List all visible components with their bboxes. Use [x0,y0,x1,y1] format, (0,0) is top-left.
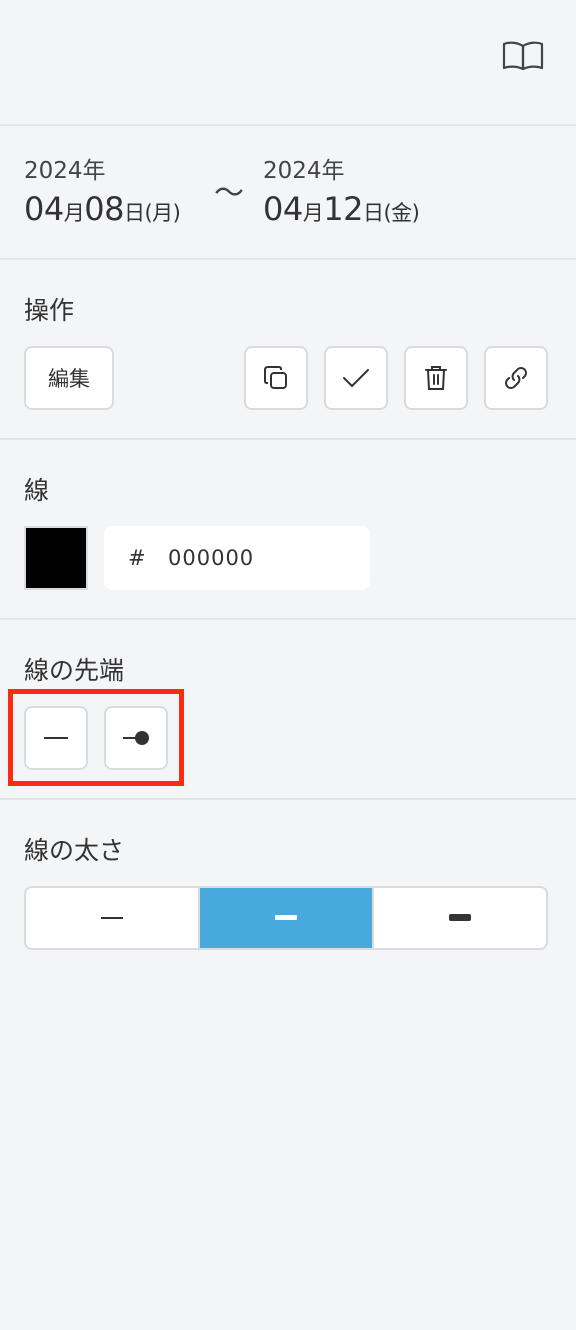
operations-title: 操作 [24,296,75,325]
line-end-title: 線の先端 [24,656,125,685]
line-end-dot-button[interactable] [104,706,168,770]
link-button[interactable] [484,346,548,410]
line-width-title: 線の太さ [24,836,125,865]
line-end-plain-button[interactable] [24,706,88,770]
line-color-hex-input[interactable]: # 000000 [104,526,370,590]
line-thick-icon [449,914,471,921]
confirm-button[interactable] [324,346,388,410]
manual-button[interactable] [498,36,548,76]
start-year-unit: 年 [82,158,106,184]
end-month: 04 [263,190,303,228]
line-width-selector [24,886,548,950]
start-date: 2024年 04月08日(月) [24,155,181,235]
start-day: 08 [84,190,124,228]
hex-value: 000000 [168,546,255,570]
check-icon [343,369,369,387]
line-width-thick-option[interactable] [372,888,546,948]
link-icon [505,367,527,389]
divider [0,438,576,440]
start-weekday: (月) [144,201,181,225]
start-month: 04 [24,190,64,228]
trash-icon [425,366,447,390]
divider [0,618,576,620]
top-bar [0,0,576,125]
start-month-unit: 月 [63,201,85,225]
divider [0,258,576,260]
divider [0,124,576,126]
line-medium-icon [275,915,297,920]
line-width-thin-option[interactable] [26,888,198,948]
end-day-unit: 日 [362,201,384,225]
divider [0,798,576,800]
line-thin-icon [101,917,123,919]
delete-button[interactable] [404,346,468,410]
end-date: 2024年 04月12日(金) [263,155,420,235]
start-year: 2024 [24,158,83,184]
end-month-unit: 月 [302,201,324,225]
start-day-unit: 日 [123,201,145,225]
edit-button-label: 編集 [48,367,90,391]
line-end-dot-icon [123,731,149,745]
end-year: 2024 [263,158,322,184]
book-open-icon [502,41,544,71]
end-year-unit: 年 [321,158,345,184]
hex-hash-prefix: # [128,546,146,570]
date-separator: 〜 [214,176,244,211]
end-day: 12 [323,190,363,228]
line-end-plain-icon [44,737,68,739]
line-width-medium-option[interactable] [198,888,372,948]
line-title: 線 [24,476,50,505]
end-weekday: (金) [383,201,420,225]
edit-button[interactable]: 編集 [24,346,114,410]
duplicate-icon [264,366,287,389]
line-color-swatch[interactable] [24,526,88,590]
duplicate-button[interactable] [244,346,308,410]
